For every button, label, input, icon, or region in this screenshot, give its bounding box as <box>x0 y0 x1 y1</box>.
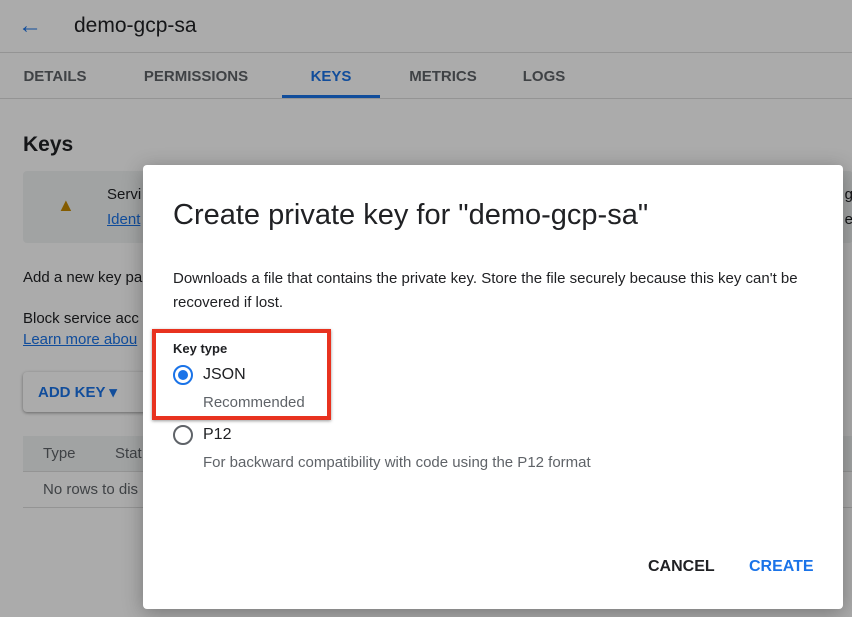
option-p12-sub: For backward compatibility with code usi… <box>203 454 591 471</box>
option-json-sub: Recommended <box>203 394 305 411</box>
dialog-title: Create private key for "demo-gcp-sa" <box>173 199 649 231</box>
radio-json[interactable] <box>173 365 193 385</box>
radio-p12[interactable] <box>173 425 193 445</box>
option-p12-label[interactable]: P12 <box>203 426 231 444</box>
option-json-label[interactable]: JSON <box>203 366 246 384</box>
key-type-label: Key type <box>173 341 228 356</box>
create-button[interactable]: CREATE <box>749 558 814 576</box>
create-key-dialog: Create private key for "demo-gcp-sa" Dow… <box>143 165 843 609</box>
cancel-button[interactable]: CANCEL <box>648 558 715 576</box>
dialog-description: Downloads a file that contains the priva… <box>173 270 798 311</box>
